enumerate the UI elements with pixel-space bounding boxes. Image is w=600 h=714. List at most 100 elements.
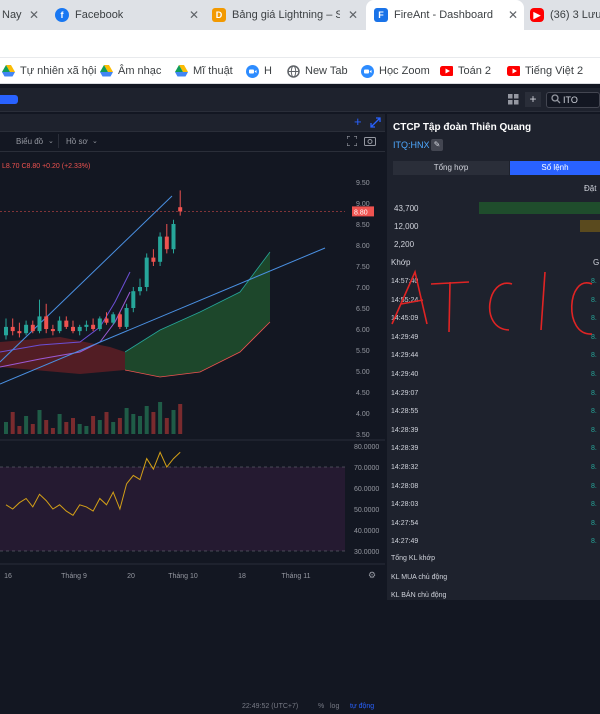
- candle-body: [30, 324, 35, 332]
- candle-body: [57, 320, 62, 332]
- volume-bar: [50, 428, 55, 434]
- rsi-tick-label: 30.0000: [354, 549, 379, 556]
- trade-row: 14:28:39 8.: [391, 445, 597, 452]
- browser-tab-lightning[interactable]: D Bảng giá Lightning – Sở ✕: [212, 0, 364, 30]
- close-icon[interactable]: ✕: [508, 8, 518, 22]
- bookmark-label: H: [264, 65, 272, 77]
- bookmark-new-tab[interactable]: New Tab: [287, 58, 348, 84]
- trade-time: 14:27:49: [391, 538, 419, 546]
- bookmark-tieng-viet-2[interactable]: Tiếng Việt 2: [507, 58, 583, 84]
- pencil-icon[interactable]: ✎: [431, 139, 443, 151]
- candle-body: [151, 257, 156, 262]
- browser-tab-strip: Nay ✕ f Facebook ✕ D Bảng giá Lightning …: [0, 0, 600, 30]
- browser-tab-youtube[interactable]: ▶ (36) 3 Lưu ý: [530, 0, 600, 30]
- x-tick-label: Tháng 11: [281, 573, 310, 580]
- y-tick-label: 9.50: [356, 180, 370, 187]
- profile-menu[interactable]: Hồ sơ: [66, 137, 88, 146]
- trade-price: 8.: [591, 371, 597, 378]
- trade-price: 8.: [591, 501, 597, 509]
- volume-bar: [4, 422, 8, 434]
- candle-body: [124, 308, 129, 327]
- candle-body: [37, 316, 42, 332]
- candle-body: [164, 236, 169, 250]
- footer-log[interactable]: log: [330, 703, 339, 710]
- volume-bar: [104, 412, 109, 434]
- search-input[interactable]: ITO: [546, 92, 600, 108]
- browser-tab-facebook[interactable]: f Facebook ✕: [55, 0, 205, 30]
- candle-body: [10, 326, 15, 332]
- y-tick-label: 7.00: [356, 285, 370, 292]
- chart-type-menu[interactable]: Biểu đồ: [16, 137, 43, 146]
- bookmark-toan-2[interactable]: Toán 2: [440, 58, 491, 84]
- footer-time: 22:49:52 (UTC+7): [242, 703, 299, 710]
- bookmark-hoc-zoom[interactable]: Học Zoom: [361, 58, 430, 84]
- trade-price: 8.: [591, 538, 597, 546]
- trade-row: 14:27:49 8.: [391, 538, 597, 546]
- bookmark-tu-nhien-xa-hoi[interactable]: Tự nhiên xã hội: [2, 58, 96, 84]
- y-tick-label: 4.50: [356, 390, 370, 397]
- price-chart[interactable]: 9.509.008.508.007.507.006.506.005.505.00…: [0, 152, 385, 694]
- candle-body: [138, 287, 142, 292]
- tab-so-lenh[interactable]: Sổ lệnh: [510, 161, 600, 175]
- chevron-down-icon[interactable]: ⌄: [48, 137, 54, 145]
- candle-body: [158, 236, 163, 262]
- bookmark-label: Tự nhiên xã hội: [20, 65, 97, 77]
- footer-auto[interactable]: tự động: [350, 703, 374, 710]
- tab-label: FireAnt - Dashboard: [394, 9, 494, 21]
- volume-bar: [77, 424, 82, 434]
- browser-tab[interactable]: Nay ✕: [0, 0, 45, 30]
- rsi-tick-label: 70.0000: [354, 465, 379, 472]
- google-drive-icon: [100, 65, 113, 78]
- youtube-icon: [507, 65, 520, 78]
- bookmark-label: New Tab: [305, 65, 348, 77]
- footer-percent[interactable]: %: [318, 703, 324, 710]
- chart-area: + Biểu đồ ⌄ Hồ sơ ⌄ 9.50 9.00 8.50 8.00 7.50…: [0, 114, 385, 714]
- tab-tong-hop[interactable]: Tổng hợp: [393, 161, 509, 175]
- trade-time: 14:29:44: [391, 352, 419, 360]
- candle-body: [17, 331, 22, 334]
- trade-price: 8.: [591, 519, 597, 527]
- bookmark-am-nhac[interactable]: Âm nhạc: [100, 58, 161, 84]
- candle-body: [77, 326, 82, 332]
- ticker-link[interactable]: ITQ:HNX: [393, 140, 430, 150]
- close-icon[interactable]: ✕: [29, 8, 39, 22]
- summary-sell: KL BÁN chủ động: [391, 592, 447, 599]
- expand-icon[interactable]: [370, 117, 381, 131]
- chart-footer: 22:49:52 (UTC+7) % log tự động: [0, 702, 385, 714]
- handwritten-annotation: [391, 269, 593, 335]
- chart-subheader: Biểu đồ ⌄ Hồ sơ ⌄: [0, 132, 385, 152]
- tab-label: Nay: [2, 9, 22, 21]
- trade-time: 14:29:40: [391, 371, 419, 378]
- volume-bar: [479, 202, 600, 214]
- zoom-icon: [246, 64, 259, 78]
- address-bar-area[interactable]: [0, 30, 600, 58]
- bookmark-label: Âm nhạc: [118, 65, 162, 77]
- fullscreen-icon[interactable]: [346, 135, 358, 149]
- add-indicator-button[interactable]: +: [354, 115, 362, 129]
- chart-header: +: [0, 114, 385, 132]
- trade-time: 14:28:03: [391, 501, 419, 509]
- camera-icon[interactable]: [364, 135, 376, 149]
- browser-tab-fireant[interactable]: F FireAnt - Dashboard ✕: [366, 0, 524, 30]
- trade-time: 14:28:08: [391, 482, 419, 490]
- chevron-down-icon[interactable]: ⌄: [92, 137, 98, 145]
- zoom-icon: [361, 64, 374, 78]
- menu-toggle[interactable]: [0, 95, 18, 104]
- close-icon[interactable]: ✕: [189, 8, 199, 22]
- add-button[interactable]: +: [525, 92, 541, 107]
- grid-icon[interactable]: [507, 93, 520, 106]
- y-tick-label: 4.00: [356, 411, 370, 418]
- close-icon[interactable]: ✕: [348, 8, 358, 22]
- volume-bar: [144, 406, 149, 434]
- trade-price: 8.: [591, 464, 597, 471]
- trade-price: 8.: [591, 352, 597, 360]
- x-tick-label: 20: [127, 573, 135, 580]
- order-book-panel: CTCP Tập đoàn Thiên Quang ITQ:HNX ✎ Tổng…: [387, 114, 600, 600]
- volume-bar: [131, 414, 136, 434]
- candle-body: [111, 314, 116, 323]
- candle-body: [104, 318, 109, 323]
- d-letter-icon: D: [212, 8, 226, 22]
- trade-row: 14:29:40 8.: [391, 371, 597, 378]
- bookmark-h[interactable]: H: [246, 58, 272, 84]
- bookmark-mi-thuat[interactable]: Mĩ thuật: [175, 58, 233, 84]
